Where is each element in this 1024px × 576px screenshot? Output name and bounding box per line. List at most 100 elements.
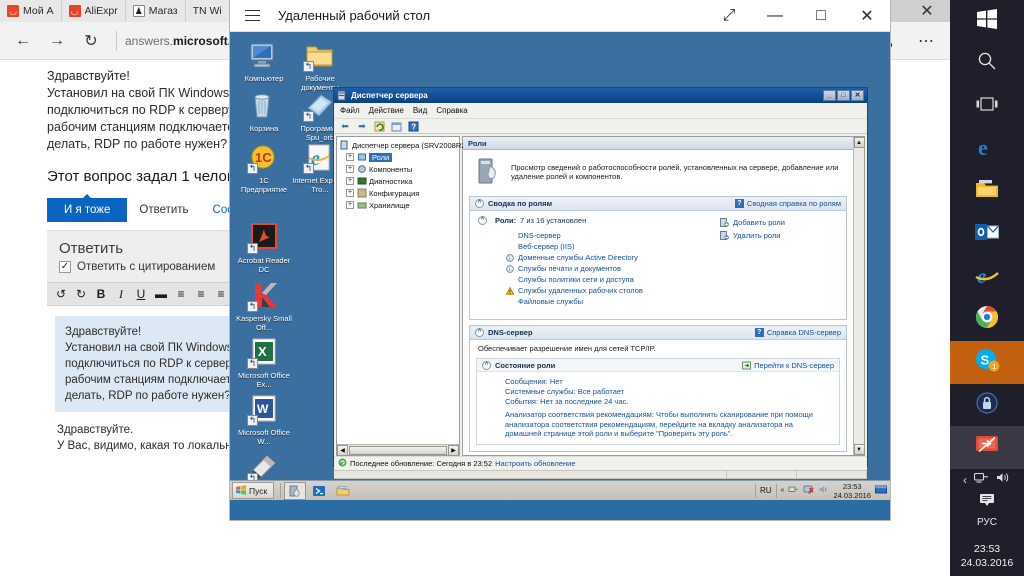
tree-root[interactable]: Диспетчер сервера (SRV2008R2F: [339, 139, 470, 151]
tray-expand-icon[interactable]: «: [781, 487, 785, 494]
outlook-button[interactable]: [950, 213, 1024, 256]
desktop-icon-work-documents[interactable]: ↰ Рабочие документы: [292, 40, 348, 92]
expand-icon[interactable]: ⤢: [706, 0, 752, 32]
desktop-icon-office-excel[interactable]: X ↰ Microsoft Office Ex...: [236, 337, 292, 389]
antivirus-alert-icon[interactable]: [803, 484, 815, 497]
tree-node-features[interactable]: + Компоненты: [339, 163, 459, 175]
hamburger-menu-icon[interactable]: [230, 0, 274, 32]
dns-help-link[interactable]: ? Справка DNS-сервер: [754, 328, 841, 337]
tree-node-storage[interactable]: + Хранилище: [339, 199, 459, 211]
menu-action[interactable]: Действие: [369, 106, 404, 115]
role-item[interactable]: i Доменные службы Active Directory: [506, 252, 840, 263]
taskbar-clock[interactable]: 23:53 24.03.2016: [961, 542, 1014, 570]
italic-icon[interactable]: I: [111, 283, 131, 305]
goto-dns-link[interactable]: Перейти к DNS-сервер: [742, 361, 834, 370]
scroll-down-icon[interactable]: ▼: [853, 444, 865, 455]
details-vertical-scrollbar[interactable]: ▲ ▼: [853, 137, 865, 455]
add-roles-action[interactable]: Добавить роли: [720, 216, 840, 229]
minimize-icon[interactable]: —: [752, 0, 798, 32]
browser-tab-1[interactable]: ◡ AliExpr: [62, 0, 126, 22]
roles-summary-help-link[interactable]: ? Сводная справка по ролям: [734, 199, 841, 208]
browser-tab-0[interactable]: ◡ Мой А: [0, 0, 62, 22]
remote-desktop-button[interactable]: [950, 426, 1024, 470]
volume-icon[interactable]: [996, 471, 1011, 489]
menu-file[interactable]: Файл: [340, 106, 360, 115]
start-button[interactable]: Пуск: [232, 482, 275, 499]
tree-node-diagnostics[interactable]: + Диагностика: [339, 175, 459, 187]
dns-status-services[interactable]: Системные службы: Все работает: [505, 387, 839, 397]
collapse-icon[interactable]: ^: [482, 360, 491, 370]
navigation-tree[interactable]: Диспетчер сервера (SRV2008R2F + Роли + К…: [336, 136, 470, 456]
collapse-icon[interactable]: ^: [475, 328, 484, 337]
browser-tab-3[interactable]: TN Wi: [186, 0, 230, 22]
maximize-icon[interactable]: □: [837, 90, 850, 101]
role-item[interactable]: Службы удаленных рабочих столов: [505, 285, 840, 296]
taskbar-item-explorer[interactable]: [332, 482, 354, 500]
chevron-left-icon[interactable]: ‹: [963, 473, 967, 487]
desktop-icon-recycle-bin[interactable]: Корзина: [236, 90, 292, 133]
collapse-icon[interactable]: ^: [478, 216, 487, 225]
network-icon[interactable]: [973, 471, 989, 489]
align-left-icon[interactable]: ≡: [171, 283, 191, 305]
expand-icon[interactable]: +: [346, 165, 354, 173]
underline-icon[interactable]: U: [131, 283, 151, 305]
maximize-icon[interactable]: □: [798, 0, 844, 32]
more-options-icon[interactable]: ⋯: [906, 26, 946, 56]
browser-tab-2[interactable]: ♟ Магаз: [126, 0, 186, 22]
minimize-icon[interactable]: _: [823, 90, 836, 101]
remote-desktop-surface[interactable]: Компьютер ↰ Рабочие документы Корзина ↰: [230, 32, 890, 500]
role-item[interactable]: Веб-сервер (IIS): [506, 241, 840, 252]
desktop-icon-acrobat-reader[interactable]: ↰ Acrobat Reader DC: [236, 222, 292, 274]
start-button[interactable]: [950, 0, 1024, 43]
desktop-icon-computer[interactable]: Компьютер: [236, 40, 292, 83]
forward-icon[interactable]: →: [40, 26, 74, 56]
role-item[interactable]: i Службы печати и документов: [506, 263, 840, 274]
tree-horizontal-scrollbar[interactable]: ◀ ▶: [337, 444, 459, 456]
undo-icon[interactable]: ↺: [51, 283, 71, 305]
forward-arrow-icon[interactable]: ➡: [355, 120, 369, 133]
tree-node-configuration[interactable]: + Конфигурация: [339, 187, 459, 199]
back-icon[interactable]: ←: [6, 26, 40, 56]
quote-checkbox[interactable]: ✓: [59, 261, 71, 273]
desktop-icon-kaspersky[interactable]: ↰ Kaspersky Small Off...: [236, 280, 292, 332]
search-button[interactable]: [950, 43, 1024, 86]
taskbar-item-powershell[interactable]: [308, 482, 330, 500]
close-icon[interactable]: ✕: [844, 0, 890, 32]
strikethrough-icon[interactable]: ▬: [151, 283, 171, 305]
network-icon[interactable]: [788, 484, 799, 497]
notifications-row[interactable]: [979, 491, 995, 513]
align-right-icon[interactable]: ≡: [211, 283, 231, 305]
task-view-button[interactable]: [950, 85, 1024, 128]
address-bar[interactable]: answers.microsoft.co: [125, 34, 245, 48]
dns-status-events[interactable]: События: Нет за последние 24 час.: [505, 397, 839, 407]
internet-explorer-button[interactable]: e: [950, 256, 1024, 299]
expand-icon[interactable]: +: [346, 153, 354, 161]
dns-bpa-line-2[interactable]: анализатора соответствия рекомендациям, …: [505, 420, 839, 430]
refresh-icon[interactable]: ↻: [74, 26, 108, 56]
close-icon[interactable]: ✕: [904, 0, 950, 22]
role-item[interactable]: Файловые службы: [506, 296, 840, 307]
language-indicator[interactable]: РУС: [977, 517, 997, 528]
security-button[interactable]: [950, 384, 1024, 427]
redo-icon[interactable]: ↻: [71, 283, 91, 305]
tray-language[interactable]: RU: [760, 486, 772, 495]
tree-node-roles[interactable]: + Роли: [339, 151, 459, 163]
skype-button[interactable]: S1: [950, 341, 1024, 384]
desktop-icon-1c-enterprise[interactable]: 1C ↰ 1С Предприятие: [236, 142, 292, 194]
role-item[interactable]: Службы политики сети и доступа: [506, 274, 840, 285]
menu-help[interactable]: Справка: [436, 106, 467, 115]
dns-bpa-line-3[interactable]: домашней странице этой роли и выберите "…: [505, 429, 839, 439]
expand-icon[interactable]: +: [346, 201, 354, 209]
configure-update-link[interactable]: Настроить обновление: [495, 459, 575, 468]
dns-status-messages[interactable]: Сообщения: Нет: [505, 377, 839, 387]
remote-clock[interactable]: 23:53 24.03.2016: [833, 482, 871, 500]
expand-icon[interactable]: +: [346, 189, 354, 197]
scroll-left-icon[interactable]: ◀: [337, 444, 348, 456]
align-center-icon[interactable]: ≡: [191, 283, 211, 305]
edge-button[interactable]: e: [950, 128, 1024, 171]
desktop-icon-office-word[interactable]: W ↰ Microsoft Office W...: [236, 394, 292, 446]
answer-link[interactable]: Ответить: [127, 198, 200, 222]
menu-view[interactable]: Вид: [413, 106, 427, 115]
collapse-icon[interactable]: ^: [475, 199, 484, 208]
me-too-button[interactable]: И я тоже: [47, 194, 128, 222]
